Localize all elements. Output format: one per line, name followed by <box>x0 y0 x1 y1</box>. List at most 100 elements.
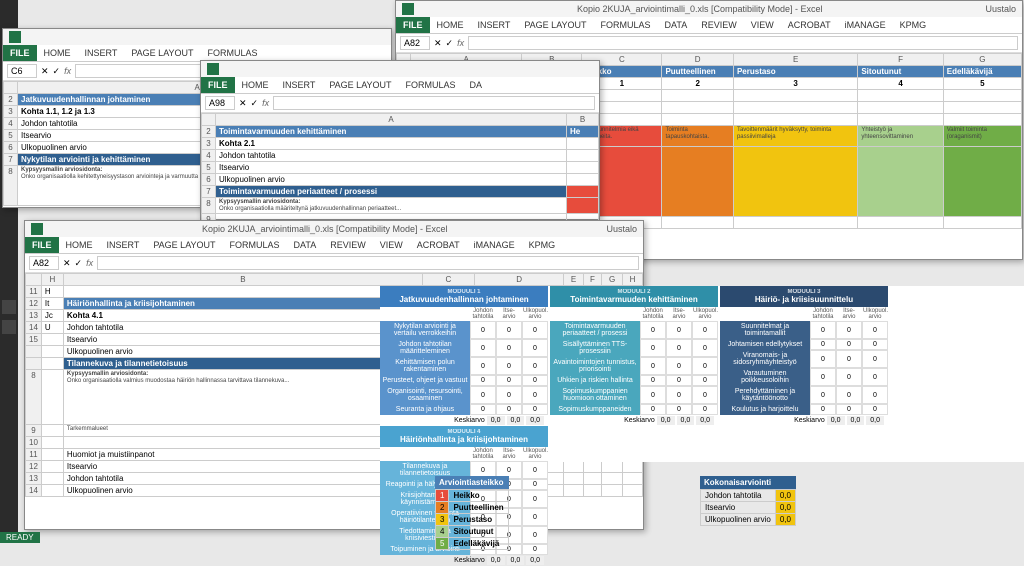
ribbon-tab[interactable]: PAGE LAYOUT <box>322 77 398 93</box>
module-cell[interactable]: 0 <box>496 321 522 339</box>
formula-input[interactable] <box>468 36 1018 50</box>
ribbon-tab[interactable]: KPMG <box>893 17 934 33</box>
name-box[interactable]: C6 <box>7 64 37 78</box>
ribbon-tab[interactable]: ACROBAT <box>781 17 838 33</box>
ribbon-tab[interactable]: ACROBAT <box>410 237 467 253</box>
module-cell[interactable]: 0 <box>522 508 548 526</box>
module-cell[interactable]: 0 <box>666 404 692 415</box>
cell[interactable]: Tilannekuva ja tilannetietoisuus <box>63 358 422 370</box>
ribbon-file[interactable]: FILE <box>396 17 430 33</box>
fx-enter-icon[interactable]: ✓ <box>75 258 83 269</box>
module-cell[interactable]: 0 <box>640 339 666 357</box>
cell[interactable]: Yhteistyö ja yhteensovittaminen <box>858 126 943 147</box>
col-header[interactable]: B <box>63 274 422 286</box>
cell[interactable]: Toimintavarmuuden periaatteet / prosessi <box>216 186 567 198</box>
cell[interactable]: 4 <box>858 78 943 90</box>
module-cell[interactable]: 0 <box>470 321 496 339</box>
ribbon-file[interactable]: FILE <box>3 45 37 61</box>
module-cell[interactable]: 0 <box>692 357 718 375</box>
ribbon-tab[interactable]: DA <box>463 77 490 93</box>
ribbon-tab[interactable]: FORMULAS <box>201 45 265 61</box>
cell[interactable]: Puutteellinen <box>662 66 734 78</box>
module-cell[interactable]: 0 <box>810 368 836 386</box>
fx-cancel-icon[interactable]: ✕ <box>239 98 247 109</box>
module-cell[interactable]: 0 <box>810 386 836 404</box>
module-cell[interactable]: 0 <box>810 350 836 368</box>
module-cell[interactable]: 0 <box>666 375 692 386</box>
ribbon-tab[interactable]: INSERT <box>276 77 323 93</box>
ribbon-file[interactable]: FILE <box>25 237 59 253</box>
cell[interactable]: Johdon tahtotila <box>216 150 567 162</box>
titlebar[interactable] <box>3 29 391 45</box>
module-cell[interactable]: 0 <box>522 357 548 375</box>
ribbon-tab[interactable]: VIEW <box>744 17 781 33</box>
fx-icon[interactable]: fx <box>457 38 464 48</box>
ribbon-tab[interactable]: REVIEW <box>694 17 744 33</box>
module-cell[interactable]: 0 <box>692 339 718 357</box>
module-cell[interactable]: 0 <box>692 375 718 386</box>
cell[interactable]: Itsearvio <box>63 334 422 346</box>
cell[interactable]: Itsearvio <box>63 461 422 473</box>
cell[interactable]: Huomiot ja muistiinpanot <box>63 449 422 461</box>
ribbon-tab[interactable]: HOME <box>37 45 78 61</box>
module-cell[interactable]: 0 <box>522 375 548 386</box>
taskbar-item[interactable] <box>2 320 16 334</box>
cell[interactable]: He <box>567 126 599 138</box>
cell[interactable]: 3 <box>733 78 857 90</box>
ribbon-tab[interactable]: INSERT <box>471 17 518 33</box>
taskbar-excel-icon[interactable] <box>2 300 16 314</box>
module-cell[interactable]: 0 <box>522 404 548 415</box>
module-cell[interactable]: 0 <box>640 357 666 375</box>
cell[interactable]: Tarkemmalueet <box>63 425 422 437</box>
module-cell[interactable]: 0 <box>522 479 548 490</box>
module-cell[interactable]: 0 <box>836 339 862 350</box>
cell[interactable]: Tavoittenmäärit hyväksytty, toiminta pas… <box>733 126 857 147</box>
fx-enter-icon[interactable]: ✓ <box>53 66 61 77</box>
col-header[interactable]: H <box>41 274 63 286</box>
module-cell[interactable]: 0 <box>640 375 666 386</box>
module-cell[interactable]: 0 <box>666 386 692 404</box>
module-cell[interactable]: 0 <box>666 339 692 357</box>
cell[interactable]: Toimintavarmuuden kehittäminen <box>216 126 567 138</box>
module-cell[interactable]: 0 <box>496 357 522 375</box>
cell[interactable]: Ulkopuolinen arvio <box>63 485 422 497</box>
ribbon-tab[interactable]: INSERT <box>100 237 147 253</box>
fx-icon[interactable]: fx <box>64 66 71 76</box>
cell[interactable]: Häiriönhallinta ja kriisijohtaminen <box>63 298 422 310</box>
module-cell[interactable]: 0 <box>470 375 496 386</box>
ribbon-tab[interactable]: FORMULAS <box>399 77 463 93</box>
cell[interactable]: Kohta 2.1 <box>216 138 567 150</box>
formula-input[interactable] <box>273 96 595 110</box>
col-header[interactable]: D <box>474 274 564 286</box>
titlebar[interactable]: Kopio 2KUJA_arviointimalli_0.xls [Compat… <box>396 1 1022 17</box>
module-cell[interactable]: 0 <box>862 404 888 415</box>
module-cell[interactable]: 0 <box>836 404 862 415</box>
col-header[interactable]: G <box>943 54 1021 66</box>
ribbon-tab[interactable]: FORMULAS <box>594 17 658 33</box>
col-header[interactable]: A <box>216 114 567 126</box>
cell[interactable]: Sitoutunut <box>858 66 943 78</box>
col-header[interactable]: F <box>858 54 943 66</box>
fx-icon[interactable]: fx <box>86 258 93 268</box>
ribbon-tab[interactable]: PAGE LAYOUT <box>517 17 593 33</box>
cell[interactable]: Johdon tahtotila <box>63 322 422 334</box>
ribbon-tab[interactable]: VIEW <box>373 237 410 253</box>
module-cell[interactable]: 0 <box>522 490 548 508</box>
module-cell[interactable]: 0 <box>522 526 548 544</box>
module-cell[interactable]: 0 <box>862 350 888 368</box>
cell[interactable]: Johdon tahtotila <box>63 473 422 485</box>
cell[interactable]: 2 <box>662 78 734 90</box>
module-cell[interactable]: 0 <box>640 404 666 415</box>
module-cell[interactable]: 0 <box>862 368 888 386</box>
fx-enter-icon[interactable]: ✓ <box>251 98 259 109</box>
fx-cancel-icon[interactable]: ✕ <box>41 66 49 77</box>
module-cell[interactable]: 0 <box>862 321 888 339</box>
module-cell[interactable]: 0 <box>522 339 548 357</box>
col-header[interactable]: C <box>422 274 474 286</box>
col-header[interactable]: B <box>567 114 599 126</box>
ribbon-tab[interactable]: HOME <box>430 17 471 33</box>
ribbon-tab[interactable]: REVIEW <box>323 237 373 253</box>
ribbon-tab[interactable]: KPMG <box>522 237 563 253</box>
module-cell[interactable]: 0 <box>496 404 522 415</box>
ribbon-tab[interactable]: DATA <box>287 237 324 253</box>
